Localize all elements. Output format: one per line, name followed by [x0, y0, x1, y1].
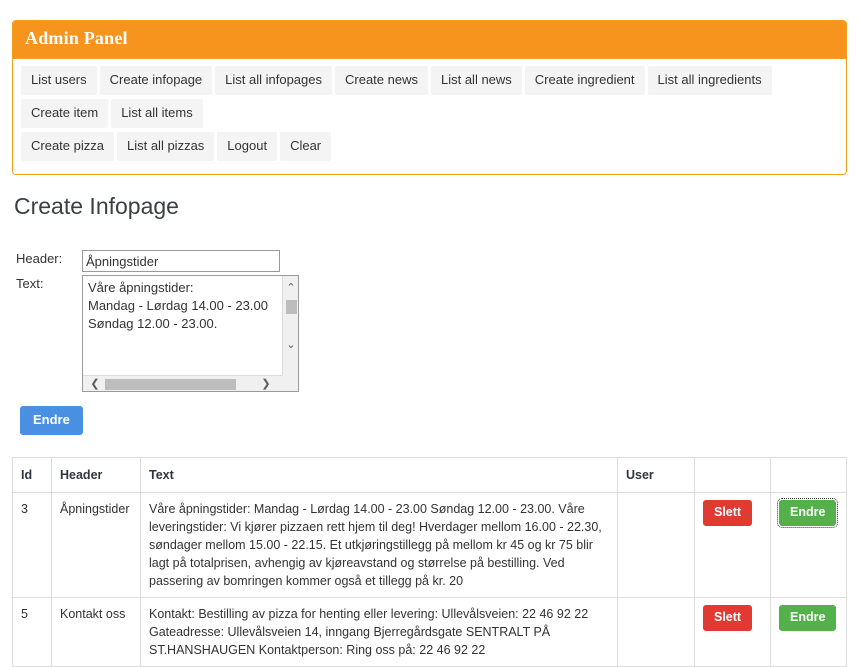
panel-body: List users Create infopage List all infopa…: [13, 58, 846, 174]
nav-list-all-news[interactable]: List all news: [430, 65, 522, 95]
nav-row-primary: List users Create infopage List all infopa…: [21, 65, 838, 132]
chevron-down-icon[interactable]: ⌄: [283, 337, 299, 353]
nav-create-pizza[interactable]: Create pizza: [21, 131, 114, 161]
table-row: 5 Kontakt oss Kontakt: Bestilling av piz…: [12, 597, 847, 667]
table-row: 3 Åpningstider Våre åpningstider: Mandag…: [12, 492, 847, 599]
nav-list-all-infopages[interactable]: List all infopages: [215, 65, 332, 95]
nav-logout[interactable]: Logout: [217, 131, 278, 161]
infopage-form: Header: Text: Våre åpningstider: Mandag …: [12, 250, 847, 436]
header-field-row: Header:: [16, 250, 847, 273]
column-header-user: User: [617, 457, 695, 494]
admin-panel: Admin Panel List users Create infopage Lis…: [12, 20, 847, 175]
cell-edit-action: Endre: [770, 492, 847, 599]
chevron-right-icon[interactable]: ❯: [258, 376, 274, 392]
nav-list-all-ingredients[interactable]: List all ingredients: [647, 65, 772, 95]
textarea-vertical-scrollbar[interactable]: ⌃ ⌄: [282, 276, 299, 376]
panel-heading: Admin Panel: [13, 21, 846, 59]
cell-id: 3: [12, 492, 52, 599]
horizontal-scrollbar-thumb[interactable]: [105, 379, 236, 391]
chevron-up-icon[interactable]: ⌃: [283, 280, 299, 296]
edit-button[interactable]: Endre: [776, 498, 839, 529]
column-header-edit: [770, 457, 847, 494]
nav-create-item[interactable]: Create item: [21, 98, 109, 128]
page-container: Admin Panel List users Create infopage Lis…: [0, 20, 859, 667]
panel-title: Admin Panel: [25, 28, 128, 48]
nav-create-infopage[interactable]: Create infopage: [99, 65, 213, 95]
cell-id: 5: [12, 597, 52, 667]
submit-endre-button[interactable]: Endre: [20, 406, 83, 436]
textarea-horizontal-scrollbar[interactable]: ❮ ❯: [83, 375, 282, 392]
cell-user: [617, 597, 695, 667]
vertical-scrollbar-thumb[interactable]: [286, 300, 297, 315]
delete-button[interactable]: Slett: [703, 500, 753, 527]
text-field-row: Text: Våre åpningstider: Mandag - Lørdag…: [16, 275, 847, 393]
table-head: Id Header Text User: [12, 457, 847, 494]
scrollbar-corner: [282, 375, 298, 392]
cell-text: Våre åpningstider: Mandag - Lørdag 14.00…: [140, 492, 618, 599]
column-header-header: Header: [51, 457, 141, 494]
delete-button[interactable]: Slett: [703, 605, 753, 632]
chevron-left-icon[interactable]: ❮: [87, 376, 103, 392]
table-header-row: Id Header Text User: [12, 457, 847, 494]
nav-list-all-items[interactable]: List all items: [111, 98, 203, 128]
cell-header: Kontakt oss: [51, 597, 141, 667]
nav-create-news[interactable]: Create news: [335, 65, 428, 95]
edit-button[interactable]: Endre: [779, 605, 837, 632]
text-label: Text:: [16, 276, 44, 292]
cell-delete-action: Slett: [694, 597, 771, 667]
column-header-delete: [694, 457, 771, 494]
cell-header: Åpningstider: [51, 492, 141, 599]
nav-clear[interactable]: Clear: [280, 131, 332, 161]
column-header-id: Id: [12, 457, 52, 494]
header-label: Header:: [16, 251, 63, 267]
nav-create-ingredient[interactable]: Create ingredient: [524, 65, 645, 95]
cell-text: Kontakt: Bestilling av pizza for henting…: [140, 597, 618, 667]
nav-list-all-pizzas[interactable]: List all pizzas: [116, 131, 215, 161]
text-textarea-content[interactable]: Våre åpningstider: Mandag - Lørdag 14.00…: [83, 276, 282, 376]
form-actions: Endre: [16, 392, 847, 436]
cell-edit-action: Endre: [770, 597, 847, 667]
cell-user: [617, 492, 695, 599]
table-body: 3 Åpningstider Våre åpningstider: Mandag…: [12, 492, 847, 667]
nav-row-secondary: Create pizza List all pizzas Logout Clear: [21, 131, 838, 165]
nav-list-users[interactable]: List users: [21, 65, 97, 95]
header-input[interactable]: [82, 250, 280, 273]
page-title: Create Infopage: [14, 192, 179, 219]
cell-delete-action: Slett: [694, 492, 771, 599]
text-textarea[interactable]: Våre åpningstider: Mandag - Lørdag 14.00…: [82, 275, 299, 393]
infopages-table: Id Header Text User 3 Åpningstider Våre …: [12, 457, 847, 667]
column-header-text: Text: [140, 457, 618, 494]
textarea-wrapper: Våre åpningstider: Mandag - Lørdag 14.00…: [82, 275, 299, 393]
